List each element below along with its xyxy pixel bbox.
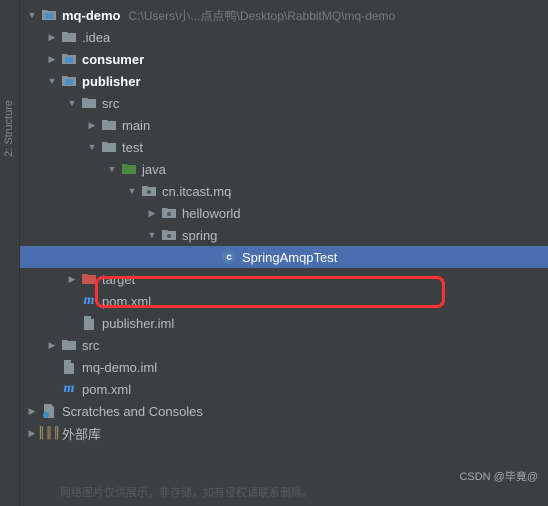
- chevron-down-icon[interactable]: [124, 186, 140, 196]
- tree-label: mq-demo: [62, 8, 121, 23]
- tree-label: test: [122, 140, 143, 155]
- tree-label: mq-demo.iml: [82, 360, 157, 375]
- maven-icon: m: [60, 381, 78, 397]
- path-hint: C:\Users\小...点点鸭\Desktop\RabbitMQ\mq-dem…: [129, 7, 396, 24]
- tree-node-consumer[interactable]: consumer: [20, 48, 548, 70]
- package-icon: [160, 205, 178, 221]
- chevron-right-icon[interactable]: [44, 340, 60, 351]
- package-icon: [140, 183, 158, 199]
- tree-node-springamqptest[interactable]: SpringAmqpTest: [20, 246, 548, 268]
- tree-node-mqdemo-iml[interactable]: mq-demo.iml: [20, 356, 548, 378]
- tree-label: spring: [182, 228, 217, 243]
- tree-label: src: [82, 338, 99, 353]
- java-class-icon: [220, 249, 238, 265]
- folder-icon: [60, 337, 78, 353]
- chevron-right-icon[interactable]: [64, 274, 80, 285]
- tree-label: .idea: [82, 30, 110, 45]
- tree-node-idea[interactable]: .idea: [20, 26, 548, 48]
- test-source-folder-icon: [120, 161, 138, 177]
- tree-label: target: [102, 272, 135, 287]
- chevron-right-icon[interactable]: [44, 32, 60, 43]
- chevron-down-icon[interactable]: [144, 230, 160, 240]
- tree-node-main[interactable]: main: [20, 114, 548, 136]
- chevron-down-icon[interactable]: [44, 76, 60, 86]
- tree-label: cn.itcast.mq: [162, 184, 231, 199]
- watermark-secondary: 网络图片仅供展示，非存储，如有侵权请联系删除。: [60, 484, 313, 500]
- tree-node-publisher-iml[interactable]: publisher.iml: [20, 312, 548, 334]
- tree-node-java[interactable]: java: [20, 158, 548, 180]
- library-icon: ║║║: [40, 425, 58, 441]
- chevron-down-icon[interactable]: [84, 142, 100, 152]
- tree-node-pom[interactable]: m pom.xml: [20, 290, 548, 312]
- chevron-right-icon[interactable]: [24, 406, 40, 417]
- module-folder-icon: [40, 7, 58, 23]
- tree-node-pom2[interactable]: m pom.xml: [20, 378, 548, 400]
- chevron-right-icon[interactable]: [44, 54, 60, 65]
- maven-icon: m: [80, 293, 98, 309]
- tree-node-external-libs[interactable]: ║║║ 外部库: [20, 422, 548, 444]
- tree-label: publisher.iml: [102, 316, 174, 331]
- chevron-right-icon[interactable]: [84, 120, 100, 131]
- watermark: CSDN @毕竟@: [459, 468, 538, 484]
- tree-label: publisher: [82, 74, 141, 89]
- chevron-down-icon[interactable]: [24, 10, 40, 20]
- tree-node-root[interactable]: mq-demo C:\Users\小...点点鸭\Desktop\RabbitM…: [20, 4, 548, 26]
- module-folder-icon: [60, 51, 78, 67]
- tree-node-src2[interactable]: src: [20, 334, 548, 356]
- package-icon: [160, 227, 178, 243]
- project-tree[interactable]: mq-demo C:\Users\小...点点鸭\Desktop\RabbitM…: [20, 0, 548, 444]
- structure-tool-label[interactable]: 2: Structure: [3, 100, 15, 157]
- module-folder-icon: [60, 73, 78, 89]
- tree-label: pom.xml: [102, 294, 151, 309]
- tree-label: src: [102, 96, 119, 111]
- scratches-icon: [40, 403, 58, 419]
- tree-node-spring[interactable]: spring: [20, 224, 548, 246]
- tree-node-target[interactable]: target: [20, 268, 548, 290]
- tree-node-test[interactable]: test: [20, 136, 548, 158]
- chevron-down-icon[interactable]: [104, 164, 120, 174]
- tree-label: Scratches and Consoles: [62, 404, 203, 419]
- excluded-folder-icon: [80, 271, 98, 287]
- tree-node-package[interactable]: cn.itcast.mq: [20, 180, 548, 202]
- file-icon: [60, 359, 78, 375]
- tree-node-scratches[interactable]: Scratches and Consoles: [20, 400, 548, 422]
- tree-node-helloworld[interactable]: helloworld: [20, 202, 548, 224]
- tree-label: SpringAmqpTest: [242, 250, 337, 265]
- tree-node-src[interactable]: src: [20, 92, 548, 114]
- tree-label: pom.xml: [82, 382, 131, 397]
- tree-label: consumer: [82, 52, 144, 67]
- chevron-right-icon[interactable]: [144, 208, 160, 219]
- file-icon: [80, 315, 98, 331]
- tree-label: 外部库: [62, 424, 101, 443]
- folder-icon: [60, 29, 78, 45]
- tree-label: helloworld: [182, 206, 241, 221]
- folder-icon: [100, 139, 118, 155]
- folder-icon: [80, 95, 98, 111]
- tree-label: java: [142, 162, 166, 177]
- tree-label: main: [122, 118, 150, 133]
- chevron-down-icon[interactable]: [64, 98, 80, 108]
- tree-node-publisher[interactable]: publisher: [20, 70, 548, 92]
- folder-icon: [100, 117, 118, 133]
